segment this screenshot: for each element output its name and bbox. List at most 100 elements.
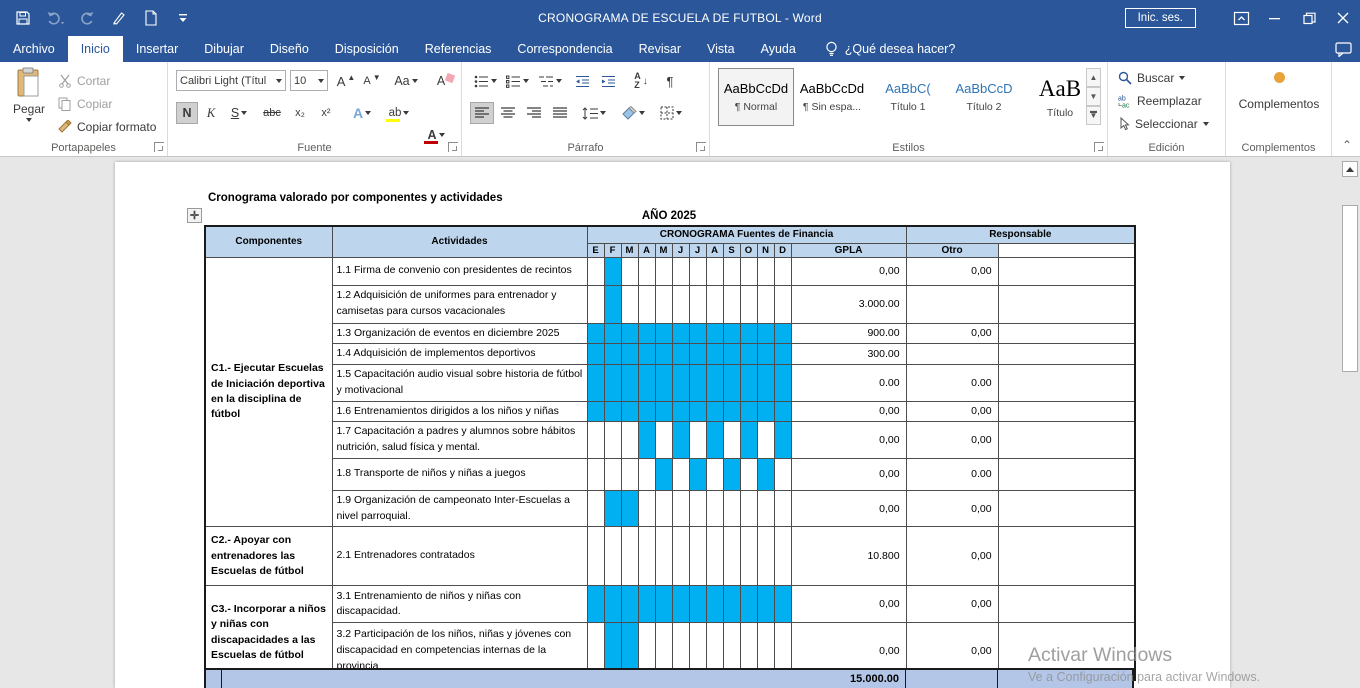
month-cell[interactable] bbox=[706, 323, 723, 344]
activity-cell[interactable]: 1.4 Adquisición de implementos deportivo… bbox=[332, 344, 587, 365]
month-cell[interactable] bbox=[655, 257, 672, 285]
month-cell[interactable] bbox=[774, 365, 791, 402]
styles-scroll-down-icon[interactable]: ▼ bbox=[1086, 87, 1101, 106]
month-cell[interactable] bbox=[672, 490, 689, 527]
activity-cell[interactable]: 1.8 Transporte de niños y niñas a juegos bbox=[332, 458, 587, 490]
month-cell[interactable] bbox=[706, 422, 723, 459]
month-cell[interactable] bbox=[604, 365, 621, 402]
style-card-t-tulo-2[interactable]: AaBbCcDTítulo 2 bbox=[946, 68, 1022, 126]
month-cell[interactable] bbox=[638, 365, 655, 402]
tab-vista[interactable]: Vista bbox=[694, 36, 748, 62]
month-cell[interactable] bbox=[672, 586, 689, 623]
align-right-button[interactable] bbox=[522, 102, 546, 124]
month-cell[interactable] bbox=[757, 527, 774, 586]
month-cell[interactable] bbox=[604, 344, 621, 365]
strikethrough-button[interactable]: abc bbox=[258, 102, 286, 124]
header-gpla[interactable]: GPLA bbox=[791, 243, 906, 257]
month-header[interactable]: S bbox=[723, 243, 740, 257]
month-cell[interactable] bbox=[740, 285, 757, 323]
style-card--sin-espa-[interactable]: AaBbCcDd¶ Sin espa... bbox=[794, 68, 870, 126]
responsable-cell[interactable] bbox=[998, 285, 1135, 323]
month-cell[interactable] bbox=[621, 401, 638, 422]
month-cell[interactable] bbox=[587, 458, 604, 490]
month-cell[interactable] bbox=[689, 401, 706, 422]
tab-disposición[interactable]: Disposición bbox=[322, 36, 412, 62]
month-cell[interactable] bbox=[757, 458, 774, 490]
activity-cell[interactable]: 1.5 Capacitación audio visual sobre hist… bbox=[332, 365, 587, 402]
month-cell[interactable] bbox=[774, 401, 791, 422]
month-cell[interactable] bbox=[757, 422, 774, 459]
tab-dibujar[interactable]: Dibujar bbox=[191, 36, 257, 62]
seleccionar-button[interactable]: Seleccionar bbox=[1118, 117, 1209, 131]
scrollbar-up-icon[interactable] bbox=[1342, 161, 1358, 177]
month-cell[interactable] bbox=[757, 365, 774, 402]
month-cell[interactable] bbox=[689, 458, 706, 490]
month-cell[interactable] bbox=[689, 257, 706, 285]
font-size-combo[interactable]: 10 bbox=[290, 70, 328, 91]
activity-cell[interactable]: 1.1 Firma de convenio con presidentes de… bbox=[332, 257, 587, 285]
month-cell[interactable] bbox=[723, 586, 740, 623]
tab-referencias[interactable]: Referencias bbox=[412, 36, 505, 62]
month-cell[interactable] bbox=[706, 527, 723, 586]
month-cell[interactable] bbox=[757, 586, 774, 623]
align-center-button[interactable] bbox=[496, 102, 520, 124]
decrease-indent-button[interactable] bbox=[570, 70, 594, 92]
month-cell[interactable] bbox=[621, 344, 638, 365]
font-name-combo[interactable]: Calibri Light (Títul bbox=[176, 70, 286, 91]
subscript-button[interactable]: x₂ bbox=[288, 102, 312, 124]
month-cell[interactable] bbox=[757, 285, 774, 323]
month-cell[interactable] bbox=[638, 458, 655, 490]
activity-cell[interactable]: 1.7 Capacitación a padres y alumnos sobr… bbox=[332, 422, 587, 459]
month-cell[interactable] bbox=[672, 323, 689, 344]
responsable-cell[interactable] bbox=[998, 586, 1135, 623]
month-cell[interactable] bbox=[774, 257, 791, 285]
responsable-cell[interactable] bbox=[998, 323, 1135, 344]
month-cell[interactable] bbox=[587, 257, 604, 285]
activity-cell[interactable]: 1.3 Organización de eventos en diciembre… bbox=[332, 323, 587, 344]
responsable-cell[interactable] bbox=[998, 422, 1135, 459]
italic-button[interactable]: K bbox=[200, 102, 222, 124]
month-header[interactable]: F bbox=[604, 243, 621, 257]
superscript-button[interactable]: x² bbox=[314, 102, 338, 124]
month-cell[interactable] bbox=[587, 527, 604, 586]
month-header[interactable]: A bbox=[706, 243, 723, 257]
month-cell[interactable] bbox=[774, 527, 791, 586]
cut-button[interactable]: Cortar bbox=[58, 74, 110, 88]
align-left-button[interactable] bbox=[470, 102, 494, 124]
gpla-cell[interactable]: 0,00 bbox=[791, 586, 906, 623]
gpla-cell[interactable]: 10.800 bbox=[791, 527, 906, 586]
month-cell[interactable] bbox=[723, 422, 740, 459]
styles-more-icon[interactable]: ▼▬ bbox=[1086, 106, 1101, 125]
month-cell[interactable] bbox=[757, 323, 774, 344]
month-cell[interactable] bbox=[723, 527, 740, 586]
month-cell[interactable] bbox=[638, 344, 655, 365]
month-cell[interactable] bbox=[655, 323, 672, 344]
month-header[interactable]: D bbox=[774, 243, 791, 257]
month-cell[interactable] bbox=[604, 323, 621, 344]
month-cell[interactable] bbox=[706, 344, 723, 365]
styles-scroll-up-icon[interactable]: ▲ bbox=[1086, 68, 1101, 87]
responsable-cell[interactable] bbox=[998, 344, 1135, 365]
month-header[interactable]: O bbox=[740, 243, 757, 257]
gpla-cell[interactable]: 900.00 bbox=[791, 323, 906, 344]
line-spacing-button[interactable] bbox=[578, 102, 610, 124]
collapse-ribbon-icon[interactable]: ⌃ bbox=[1342, 138, 1352, 152]
header-componentes[interactable]: Componentes bbox=[205, 226, 332, 257]
month-cell[interactable] bbox=[587, 344, 604, 365]
month-cell[interactable] bbox=[655, 344, 672, 365]
month-cell[interactable] bbox=[723, 490, 740, 527]
save-icon[interactable] bbox=[14, 9, 32, 27]
month-cell[interactable] bbox=[604, 458, 621, 490]
sort-button[interactable]: AZ↓ bbox=[628, 70, 654, 92]
month-cell[interactable] bbox=[706, 586, 723, 623]
otro-cell[interactable]: 0.00 bbox=[906, 365, 998, 402]
bullets-button[interactable] bbox=[470, 70, 500, 92]
month-cell[interactable] bbox=[621, 458, 638, 490]
responsable-cell[interactable] bbox=[998, 401, 1135, 422]
month-cell[interactable] bbox=[638, 401, 655, 422]
month-cell[interactable] bbox=[689, 365, 706, 402]
month-cell[interactable] bbox=[638, 586, 655, 623]
style-card--normal[interactable]: AaBbCcDd¶ Normal bbox=[718, 68, 794, 126]
month-cell[interactable] bbox=[757, 257, 774, 285]
month-cell[interactable] bbox=[774, 586, 791, 623]
